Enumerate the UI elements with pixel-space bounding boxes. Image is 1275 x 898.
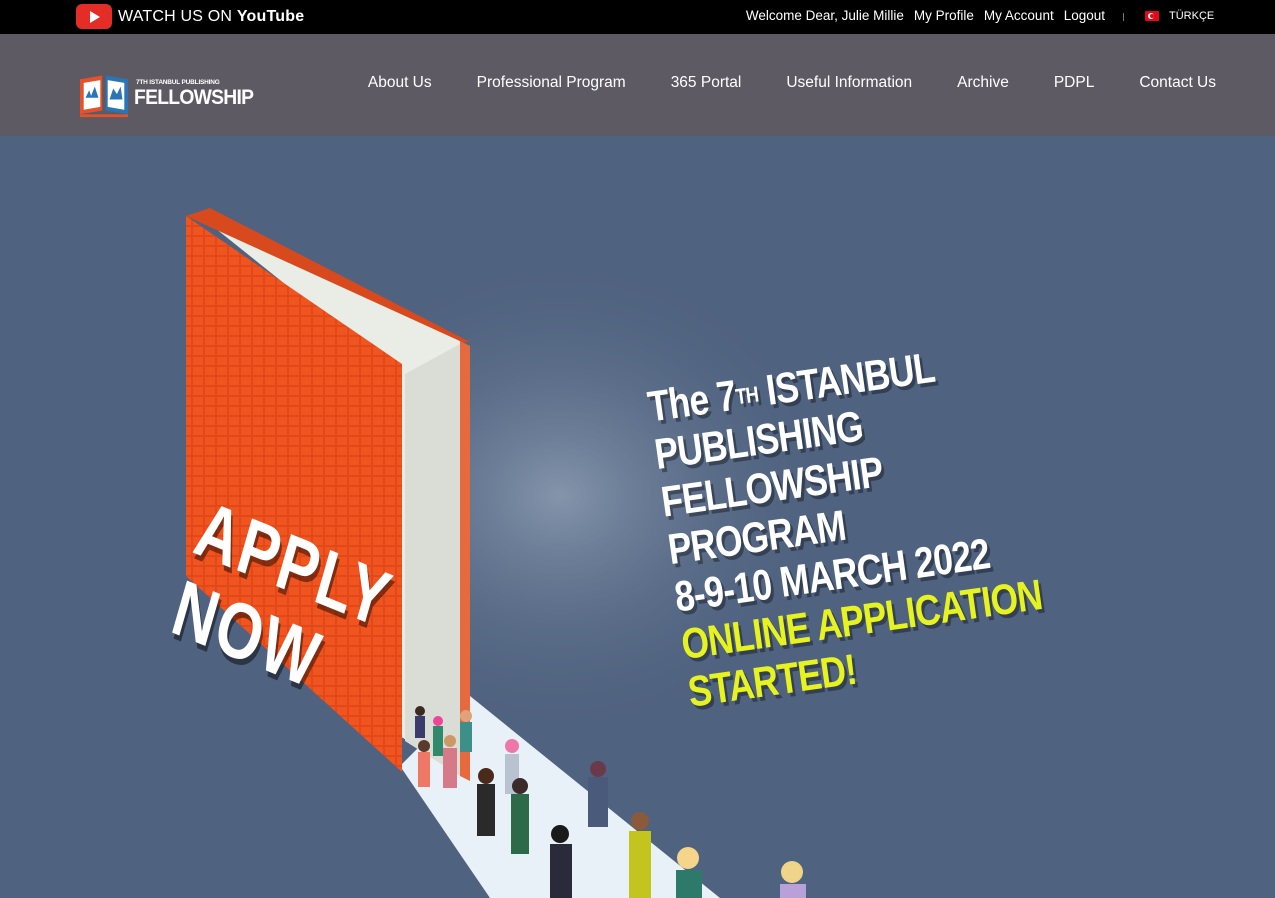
nav-item-about-us[interactable]: About Us: [368, 74, 432, 92]
language-switch[interactable]: TÜRKÇE: [1145, 10, 1214, 22]
book-logo-icon: [80, 75, 128, 118]
nav-item-professional-program[interactable]: Professional Program: [477, 74, 626, 92]
top-bar: WATCH US ON YouTube Welcome Dear, Julie …: [0, 0, 1275, 34]
youtube-label: WATCH US ON YouTube: [118, 7, 305, 25]
youtube-link[interactable]: WATCH US ON YouTube: [76, 4, 304, 29]
language-label: TÜRKÇE: [1169, 10, 1215, 22]
nav-item-365-portal[interactable]: 365 Portal: [671, 74, 742, 92]
turkey-flag-icon: [1145, 11, 1159, 21]
hero-banner[interactable]: APPLY NOW The 7TH ISTANBUL PUBLISHING FE…: [0, 136, 1275, 898]
youtube-play-icon: [76, 4, 112, 29]
nav-item-pdpl[interactable]: PDPL: [1054, 74, 1095, 92]
logo-subtitle: 7TH ISTANBUL PUBLISHING: [136, 79, 220, 86]
logout-link[interactable]: Logout: [1064, 8, 1105, 23]
site-header: 7TH ISTANBUL PUBLISHING FELLOWSHIP About…: [0, 34, 1275, 136]
account-links: Welcome Dear, Julie Millie My Profile My…: [746, 8, 1105, 23]
logo-title: FELLOWSHIP: [134, 86, 254, 109]
main-nav: About Us Professional Program 365 Portal…: [368, 74, 1216, 92]
nav-item-contact-us[interactable]: Contact Us: [1139, 74, 1216, 92]
site-logo[interactable]: 7TH ISTANBUL PUBLISHING FELLOWSHIP: [78, 70, 254, 122]
nav-item-archive[interactable]: Archive: [957, 74, 1009, 92]
my-account-link[interactable]: My Account: [984, 8, 1054, 23]
divider: [1123, 13, 1124, 21]
welcome-text: Welcome Dear, Julie Millie: [745, 8, 904, 23]
nav-item-useful-information[interactable]: Useful Information: [786, 74, 912, 92]
my-profile-link[interactable]: My Profile: [914, 8, 974, 23]
hero-headline: The 7TH ISTANBUL PUBLISHING FELLOWSHIP P…: [645, 322, 1131, 717]
